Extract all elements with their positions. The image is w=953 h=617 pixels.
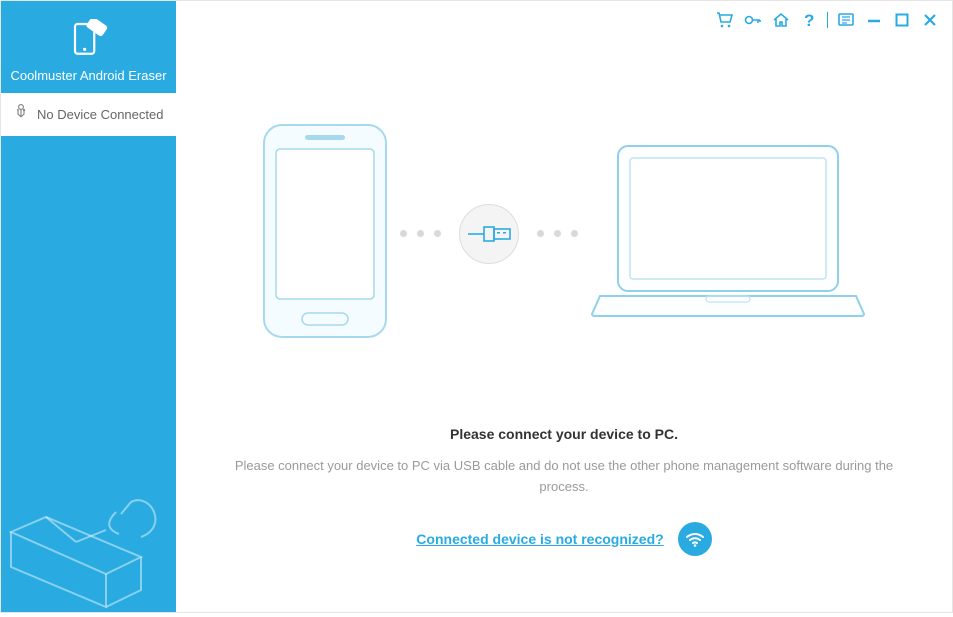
help-link[interactable]: Connected device is not recognized? <box>416 531 663 547</box>
phone-icon <box>260 121 390 346</box>
cart-button[interactable] <box>713 8 737 32</box>
help-row: Connected device is not recognized? <box>176 522 952 556</box>
device-status-text: No Device Connected <box>37 107 163 122</box>
help-button[interactable]: ? <box>797 8 821 32</box>
laptop-icon <box>588 136 868 331</box>
main-area: ? <box>176 1 952 612</box>
connection-illustration <box>176 121 952 346</box>
sub-message: Please connect your device to PC via USB… <box>176 456 952 498</box>
home-button[interactable] <box>769 8 793 32</box>
close-button[interactable] <box>918 8 942 32</box>
content-area: Please connect your device to PC. Please… <box>176 1 952 556</box>
message-area: Please connect your device to PC. Please… <box>176 426 952 556</box>
usb-plug-icon <box>459 204 519 264</box>
app-title: Coolmuster Android Eraser <box>1 68 176 83</box>
maximize-button[interactable] <box>890 8 914 32</box>
feedback-button[interactable] <box>834 8 858 32</box>
sidebar-decor-icon <box>1 472 176 612</box>
main-message: Please connect your device to PC. <box>176 426 952 442</box>
device-status-row: No Device Connected <box>1 93 176 136</box>
brand-block: Coolmuster Android Eraser <box>1 1 176 93</box>
minimize-button[interactable] <box>862 8 886 32</box>
usb-icon <box>13 104 29 125</box>
svg-text:?: ? <box>804 11 814 29</box>
wifi-button[interactable] <box>678 522 712 556</box>
key-button[interactable] <box>741 8 765 32</box>
sidebar: Coolmuster Android Eraser No Device Conn… <box>1 1 176 612</box>
window-controls: ? <box>713 7 942 33</box>
dots-left <box>400 230 441 237</box>
dots-right <box>537 230 578 237</box>
separator <box>827 12 828 28</box>
app-logo-icon <box>1 19 176 62</box>
